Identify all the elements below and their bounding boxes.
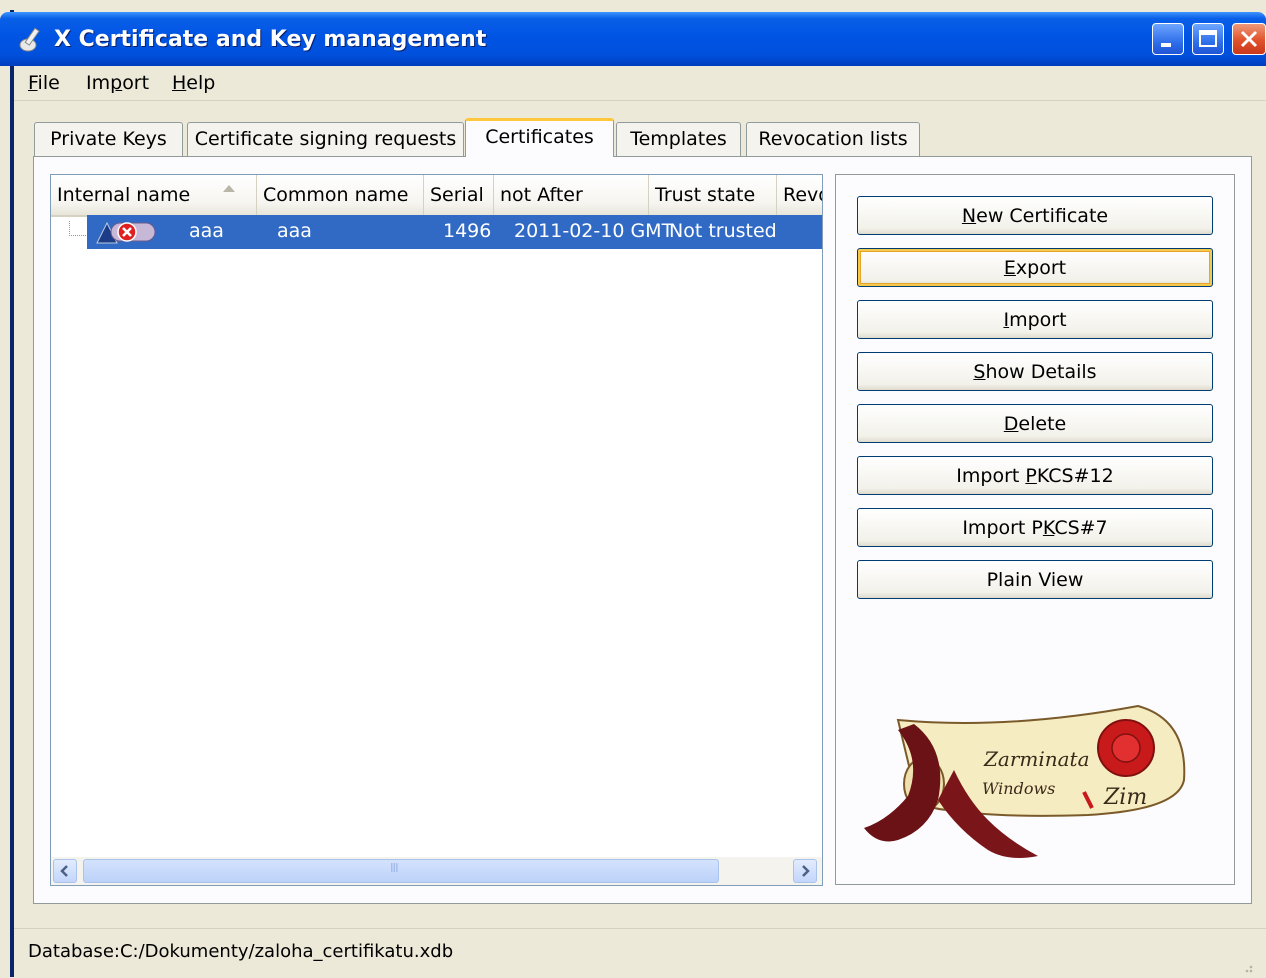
column-trust-state[interactable]: Trust state — [649, 175, 777, 215]
menu-file[interactable]: File — [28, 72, 60, 94]
minimize-icon — [1161, 43, 1171, 47]
table-row[interactable]: aaa aaa 1496 2011-02-10 GMT Not trusted — [87, 215, 822, 249]
maximize-icon — [1199, 30, 1217, 47]
chevron-right-icon — [802, 865, 810, 877]
cell-not-after: 2011-02-10 GMT — [514, 220, 674, 242]
tree-connector — [69, 221, 86, 236]
resize-grip-icon[interactable] — [1238, 958, 1254, 974]
column-header: Internal name Common name Serial not Aft… — [51, 175, 822, 217]
sort-ascending-icon — [223, 185, 235, 192]
window-title: X Certificate and Key management — [54, 27, 487, 52]
menu-help[interactable]: Help — [172, 72, 215, 94]
certificate-tree[interactable]: Internal name Common name Serial not Aft… — [50, 174, 823, 886]
column-not-after[interactable]: not After — [494, 175, 649, 215]
scroll-seal-logo: Zarminata Windows Zim — [864, 704, 1186, 858]
column-common-name[interactable]: Common name — [257, 175, 424, 215]
column-serial[interactable]: Serial — [424, 175, 494, 215]
new-certificate-button[interactable]: New Certificate — [857, 196, 1213, 235]
import-button[interactable]: Import — [857, 300, 1213, 339]
plain-view-button[interactable]: Plain View — [857, 560, 1213, 599]
menu-import[interactable]: Import — [86, 72, 149, 94]
close-button[interactable] — [1232, 23, 1266, 55]
tab-revocation-lists[interactable]: Revocation lists — [746, 122, 920, 156]
status-database-path: Database:C:/Dokumenty/zaloha_certifikatu… — [28, 941, 454, 962]
import-pkcs12-button[interactable]: Import PKCS#12 — [857, 456, 1213, 495]
tab-templates[interactable]: Templates — [616, 122, 741, 156]
cell-serial: 1496 — [443, 220, 492, 242]
import-pkcs7-button[interactable]: Import PKCS#7 — [857, 508, 1213, 547]
tab-certificate-signing-requests[interactable]: Certificate signing requests — [187, 122, 464, 156]
scroll-left-button[interactable] — [53, 859, 77, 883]
tab-private-keys[interactable]: Private Keys — [34, 122, 183, 156]
invalid-certificate-icon — [96, 221, 156, 244]
key-icon — [19, 27, 40, 52]
scroll-right-button[interactable] — [793, 859, 817, 883]
cell-trust-state: Not trusted — [669, 220, 777, 242]
column-internal-name[interactable]: Internal name — [51, 175, 257, 215]
svg-text:Zarminata: Zarminata — [983, 747, 1090, 771]
status-bar: Database:C:/Dokumenty/zaloha_certifikatu… — [14, 928, 1266, 978]
cell-common-name: aaa — [277, 220, 312, 242]
menu-bar: File Import Help — [14, 66, 1266, 101]
minimize-button[interactable] — [1152, 23, 1184, 55]
svg-text:Windows: Windows — [982, 779, 1055, 798]
cell-internal-name: aaa — [189, 220, 224, 242]
tab-certificates[interactable]: Certificates — [465, 118, 614, 157]
chevron-left-icon — [60, 865, 68, 877]
column-revocation[interactable]: Revo — [777, 175, 822, 215]
export-button[interactable]: Export — [857, 248, 1213, 287]
close-icon — [1240, 30, 1258, 48]
show-details-button[interactable]: Show Details — [857, 352, 1213, 391]
maximize-button[interactable] — [1192, 23, 1224, 55]
horizontal-scrollbar[interactable]: III — [51, 857, 822, 885]
scroll-thumb[interactable]: III — [83, 859, 719, 883]
delete-button[interactable]: Delete — [857, 404, 1213, 443]
svg-text:Zim: Zim — [1103, 785, 1147, 810]
scroll-thumb-grip: III — [390, 861, 399, 875]
